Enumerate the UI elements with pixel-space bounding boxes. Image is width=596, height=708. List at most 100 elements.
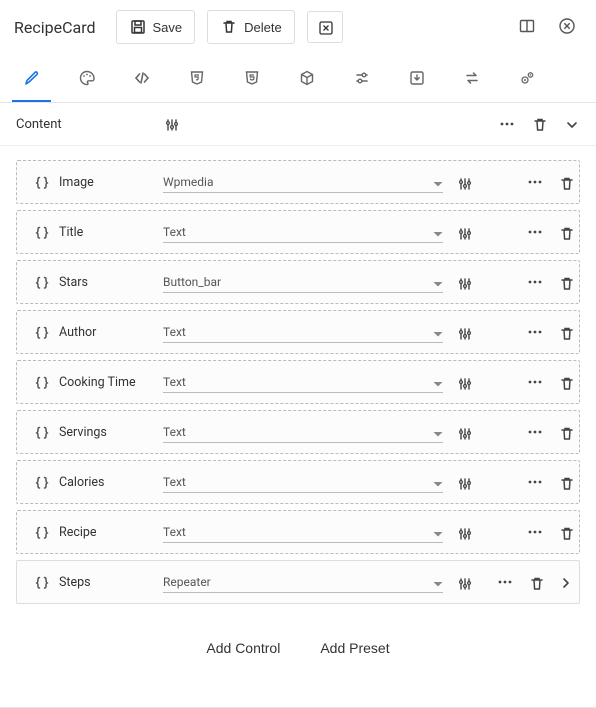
row-settings-button[interactable] [454,175,472,190]
control-row[interactable]: Recipe Text [16,510,580,554]
row-delete-button[interactable] [558,175,573,190]
row-expand-button[interactable] [557,574,573,590]
add-control-button[interactable]: Add Control [200,636,286,660]
control-type-value: Text [163,225,186,239]
delete-button[interactable]: Delete [207,10,295,44]
row-more-button[interactable] [496,573,514,591]
row-delete-button[interactable] [558,425,573,440]
row-settings-button[interactable] [454,225,472,240]
tab-settings[interactable] [499,54,554,102]
row-settings-button[interactable] [454,575,472,590]
row-settings-button[interactable] [454,525,472,540]
control-type-select[interactable]: Repeater [163,571,443,593]
chevron-down-fill-icon [429,475,443,489]
tab-3d[interactable] [279,54,334,102]
section-delete-button[interactable] [530,116,548,132]
drag-handle[interactable] [27,324,55,340]
trash-icon [558,475,573,490]
control-type-select[interactable]: Text [163,521,443,543]
row-more-button[interactable] [526,223,544,241]
control-row[interactable]: Image Wpmedia [16,160,580,204]
row-delete-button[interactable] [558,375,573,390]
tab-html[interactable] [224,54,279,102]
panel-toggle-button[interactable] [514,13,542,41]
row-delete-button[interactable] [528,575,543,590]
row-more-button[interactable] [526,523,544,541]
control-type-select[interactable]: Text [163,221,443,243]
tab-css[interactable] [169,54,224,102]
drag-handle[interactable] [27,224,55,240]
tab-style[interactable] [59,54,114,102]
row-settings-button[interactable] [454,275,472,290]
trash-icon [531,116,547,132]
control-type-value: Text [163,375,186,389]
row-delete-button[interactable] [558,475,573,490]
control-row[interactable]: Steps Repeater [16,560,580,604]
row-settings-button[interactable] [454,375,472,390]
control-name: Steps [55,575,163,590]
trash-icon [220,18,238,36]
tab-transfer[interactable] [444,54,499,102]
drag-handle[interactable] [27,424,55,440]
add-preset-button[interactable]: Add Preset [314,636,395,660]
row-more-button[interactable] [526,173,544,191]
row-more-button[interactable] [526,373,544,391]
drag-handle[interactable] [27,524,55,540]
drag-handle[interactable] [27,274,55,290]
control-type-select[interactable]: Text [163,421,443,443]
sliders-v-icon [456,575,471,590]
close-button[interactable] [554,13,582,41]
tab-params[interactable] [334,54,389,102]
row-more-button[interactable] [526,473,544,491]
row-more-button[interactable] [526,273,544,291]
row-more-button[interactable] [526,423,544,441]
row-settings-button[interactable] [454,475,472,490]
delete-label: Delete [244,20,282,35]
trash-icon [558,175,573,190]
control-type-value: Repeater [163,575,211,589]
control-name: Calories [55,475,163,490]
sliders-v-icon [456,375,471,390]
row-delete-button[interactable] [558,525,573,540]
drag-handle[interactable] [27,574,55,590]
tab-code[interactable] [114,54,169,102]
close-box-button[interactable] [307,11,343,43]
control-type-value: Text [163,475,186,489]
save-button[interactable]: Save [116,10,196,44]
control-type-select[interactable]: Text [163,371,443,393]
drag-handle[interactable] [27,374,55,390]
section-settings-button[interactable] [162,116,180,132]
section-collapse-button[interactable] [562,116,580,132]
row-more-button[interactable] [526,323,544,341]
tab-import[interactable] [389,54,444,102]
dots-icon [526,473,544,491]
row-delete-button[interactable] [558,325,573,340]
row-settings-button[interactable] [454,325,472,340]
control-type-select[interactable]: Button_bar [163,271,443,293]
trash-icon [558,275,573,290]
drag-handle[interactable] [27,174,55,190]
control-type-value: Text [163,325,186,339]
control-type-select[interactable]: Text [163,321,443,343]
chevron-down-fill-icon [429,175,443,189]
control-row[interactable]: Cooking Time Text [16,360,580,404]
control-type-select[interactable]: Text [163,471,443,493]
row-delete-button[interactable] [558,225,573,240]
section-more-button[interactable] [498,115,516,133]
row-delete-button[interactable] [558,275,573,290]
row-settings-button[interactable] [454,425,472,440]
braces-icon [33,374,49,390]
control-row[interactable]: Servings Text [16,410,580,454]
dots-icon [526,523,544,541]
control-type-select[interactable]: Wpmedia [163,171,443,193]
control-row[interactable]: Stars Button_bar [16,260,580,304]
tab-edit[interactable] [4,54,59,102]
control-row[interactable]: Title Text [16,210,580,254]
content-scroll[interactable]: Content Image Wpmedia [0,103,596,707]
dots-icon [526,323,544,341]
chevron-down-fill-icon [429,575,443,589]
control-row[interactable]: Calories Text [16,460,580,504]
control-name: Recipe [55,525,163,540]
drag-handle[interactable] [27,474,55,490]
control-row[interactable]: Author Text [16,310,580,354]
